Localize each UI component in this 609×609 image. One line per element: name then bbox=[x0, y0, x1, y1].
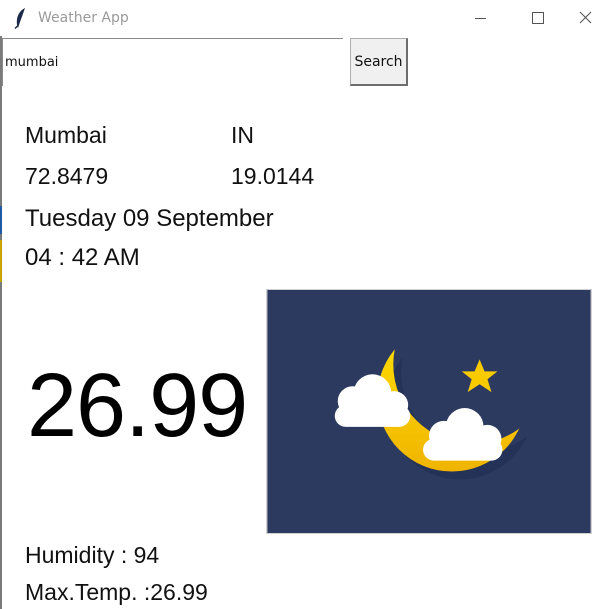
feather-icon bbox=[14, 8, 25, 29]
night-crescent-moon-clouds-icon bbox=[266, 289, 592, 534]
window-edge bbox=[0, 36, 2, 609]
title-bar: Weather App bbox=[0, 0, 609, 36]
window-title: Weather App bbox=[38, 10, 129, 26]
temperature-value: 26.99 bbox=[27, 356, 248, 456]
minimize-icon[interactable] bbox=[457, 0, 503, 36]
date-label: Tuesday 09 September bbox=[25, 205, 274, 232]
maximize-icon[interactable] bbox=[515, 0, 561, 36]
humidity-label: Humidity : 94 bbox=[25, 542, 160, 568]
city-name: Mumbai bbox=[25, 122, 107, 148]
window-edge-accent bbox=[0, 206, 2, 234]
latitude-value: 19.0144 bbox=[231, 163, 315, 189]
city-search-input[interactable] bbox=[2, 38, 343, 86]
country-code: IN bbox=[231, 122, 254, 148]
longitude-value: 72.8479 bbox=[25, 163, 109, 189]
time-label: 04 : 42 AM bbox=[25, 244, 140, 271]
max-temp-label: Max.Temp. :26.99 bbox=[25, 579, 208, 605]
window-edge-accent bbox=[0, 240, 2, 282]
close-icon[interactable] bbox=[563, 0, 609, 36]
search-button[interactable]: Search bbox=[350, 38, 408, 86]
